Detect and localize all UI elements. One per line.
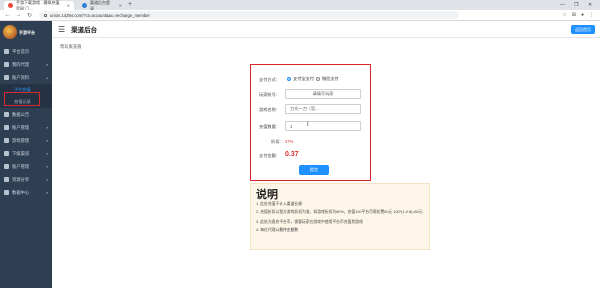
amount-value: 1 — [290, 123, 293, 129]
alipay-radio[interactable] — [287, 77, 291, 81]
minimize-button[interactable]: — — [560, 1, 565, 9]
sidebar-item-label: 账户管理 — [12, 163, 30, 169]
close-tab-icon[interactable]: ✕ — [67, 3, 70, 8]
game-name-label: 游戏名称: — [259, 107, 277, 112]
pay-method-group: 支付宝支付 微信支付 — [287, 76, 339, 82]
instruction-line: 3. 此处为直充平台币，需要玩家在游戏中使用平台币充值到游戏 — [256, 220, 363, 224]
total-label: 支付金额: — [259, 153, 277, 158]
game-name-value: 刀光一刀（官... — [290, 106, 319, 111]
more-icon[interactable]: ⋮ — [589, 12, 594, 18]
logo-text: 手游平台 — [19, 29, 35, 35]
sidebar-item-label: 资源分享 — [12, 176, 30, 182]
logo: 手游平台 — [3, 24, 49, 40]
close-tab-icon[interactable]: ✕ — [119, 3, 122, 8]
player-account-field[interactable]: 请填写玩家 — [285, 89, 361, 99]
breadcrumb: 帮玩家充值 — [60, 44, 82, 49]
game-icon — [4, 138, 9, 143]
favicon-icon — [82, 3, 87, 8]
instructions-title: 说明 — [256, 189, 278, 201]
account-icon — [4, 75, 9, 80]
share-icon — [4, 177, 9, 182]
wechat-label: 微信支付 — [321, 76, 339, 81]
maximize-button[interactable]: ❐ — [574, 1, 578, 9]
browser-tabbar: 手游下载游戏 - 模拟充值官网 门… ✕ 渠道后台登录 ✕ + — ❐ ✕ — [0, 0, 600, 11]
submit-button[interactable]: 提交 — [299, 165, 329, 175]
url-text: union.14294.com/?ct=account&ac=recharge_… — [50, 12, 150, 18]
data-icon — [4, 190, 9, 195]
sidebar-item-label: 账户资料 — [12, 74, 30, 80]
back-arrow-icon[interactable]: ← — [4, 12, 11, 18]
url-input[interactable]: union.14294.com/?ct=account&ac=recharge_… — [39, 11, 459, 19]
chevron-down-icon: ▾ — [46, 138, 48, 143]
sidebar-item-label: 我的代理 — [12, 61, 30, 67]
chevron-down-icon: ▾ — [46, 125, 48, 130]
menu-toggle-icon[interactable]: ☰ — [58, 25, 65, 34]
discount-label: 折扣: — [271, 139, 281, 144]
sidebar-item-user[interactable]: 账户管理 ▾ — [0, 160, 52, 173]
sidebar-item-label: 下级渠道 — [12, 150, 30, 156]
amount-field[interactable]: 1 — [285, 121, 361, 131]
instruction-line: 4. 每位代理以最终金额数 — [256, 228, 299, 232]
instruction-line: 2. 充值折扣以我方游戏折扣为准，如游戏折扣为80%，充值100平台币需花费80… — [256, 210, 423, 214]
chevron-down-icon: ▾ — [46, 151, 48, 156]
chevron-down-icon: ▾ — [46, 164, 48, 169]
sidebar-item-agent[interactable]: 我的代理 ▾ — [0, 58, 52, 71]
amount-label: 充值数量: — [259, 124, 277, 129]
back-home-button[interactable]: 返回首页 — [571, 25, 595, 34]
close-window-button[interactable]: ✕ — [588, 1, 592, 9]
instructions-panel: 说明 1. 此处充值不计入渠道业绩 2. 充值折扣以我方游戏折扣为准，如游戏折扣… — [250, 183, 430, 250]
discount-value: 37% — [285, 139, 294, 144]
sidebar-item-data[interactable]: 数据中心 ▾ — [0, 186, 52, 199]
text-cursor-icon: I — [307, 122, 309, 128]
new-tab-button[interactable]: + — [128, 1, 132, 9]
alipay-label: 支付宝支付 — [293, 76, 314, 81]
star-icon[interactable]: ☆ — [562, 12, 566, 18]
chevron-down-icon: ▾ — [46, 190, 48, 195]
profile-icon[interactable]: ● — [581, 12, 584, 18]
chevron-down-icon: ▾ — [46, 177, 48, 182]
highlight-frame — [4, 92, 40, 106]
lock-icon — [44, 13, 47, 17]
sidebar-item-label: 账户管理 — [12, 124, 30, 130]
home-icon — [4, 49, 9, 54]
user-icon — [4, 164, 9, 169]
sidebar-item-channel[interactable]: 下级渠道 ▾ — [0, 147, 52, 160]
wallet-icon — [4, 125, 9, 130]
sidebar-item-game[interactable]: 游戏管理 ▾ — [0, 134, 52, 147]
extensions-icon[interactable]: ⊞ — [572, 12, 576, 18]
game-name-field[interactable]: 刀光一刀（官... — [285, 104, 361, 114]
sidebar-menu: 平台首页 我的代理 ▾ 账户资料 ▴ 子代充值 充值记录 数据公告 账户管理 ▾… — [0, 45, 52, 199]
top-header: ☰ 渠道后台 返回首页 — [52, 21, 600, 38]
chevron-down-icon: ▾ — [46, 62, 48, 67]
browser-tab-2[interactable]: 渠道后台登录 ✕ — [78, 0, 126, 11]
chevron-up-icon: ▴ — [46, 75, 48, 80]
channel-icon — [4, 151, 9, 156]
agent-icon — [4, 62, 9, 67]
logo-icon — [3, 25, 17, 39]
sidebar-item-share[interactable]: 资源分享 ▾ — [0, 173, 52, 186]
total-value: 0.37 — [285, 151, 299, 158]
sidebar-item-wallet[interactable]: 账户管理 ▾ — [0, 121, 52, 134]
wechat-radio[interactable] — [315, 77, 320, 81]
sidebar-item-label: 游戏管理 — [12, 137, 30, 143]
sidebar-item-account[interactable]: 账户资料 ▴ — [0, 71, 52, 84]
instruction-line: 1. 此处充值不计入渠道业绩 — [256, 202, 302, 206]
notice-icon — [4, 112, 9, 117]
player-account-label: 玩家账号: — [259, 92, 277, 97]
sidebar-item-label: 平台首页 — [12, 48, 30, 54]
favicon-icon — [8, 3, 13, 8]
sidebar-item-notice[interactable]: 数据公告 — [0, 108, 52, 121]
pay-method-label: 支付方式: — [259, 77, 277, 82]
sidebar-item-label: 数据公告 — [12, 111, 30, 117]
recharge-form: 支付方式: 支付宝支付 微信支付 玩家账号: 请填写玩家 游戏名称: 刀光一刀（… — [250, 64, 371, 181]
sidebar-item-home[interactable]: 平台首页 — [0, 45, 52, 58]
sidebar: 手游平台 平台首页 我的代理 ▾ 账户资料 ▴ 子代充值 充值记录 数据公告 账… — [0, 21, 52, 288]
reload-icon[interactable]: ↻ — [26, 12, 33, 19]
forward-arrow-icon[interactable]: → — [15, 12, 22, 18]
address-bar: ← → ↻ union.14294.com/?ct=account&ac=rec… — [0, 10, 600, 21]
sidebar-item-label: 数据中心 — [12, 189, 30, 195]
page-title: 渠道后台 — [71, 27, 98, 34]
player-account-value: 请填写玩家 — [312, 91, 334, 96]
browser-tab-1[interactable]: 手游下载游戏 - 模拟充值官网 门… ✕ — [4, 0, 74, 11]
